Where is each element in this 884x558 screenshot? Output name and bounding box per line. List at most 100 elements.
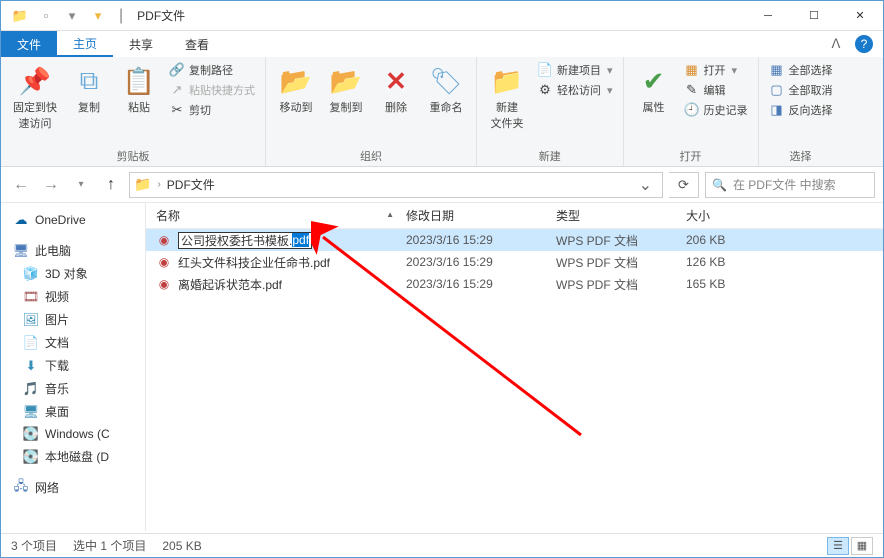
column-headers: 名称▲ 修改日期 类型 大小 [146,203,883,229]
sidebar-item-downloads[interactable]: ⬇下载 [1,354,145,377]
edit-button[interactable]: ✎编辑 [682,81,750,99]
tab-share[interactable]: 共享 [113,31,169,57]
title-separator: | [119,7,123,25]
copy-path-button[interactable]: 🔗复制路径 [167,61,257,79]
pin-label1: 固定到快 [13,99,57,115]
col-size[interactable]: 大小 [686,207,766,224]
paste-button[interactable]: 📋 粘贴 [117,61,161,117]
file-row[interactable]: ◉ 离婚起诉状范本.pdf 2023/3/16 15:29 WPS PDF 文档… [146,273,883,295]
col-name[interactable]: 名称▲ [146,207,406,224]
file-name-cell: ◉ 红头文件科技企业任命书.pdf [146,254,406,271]
ribbon: 📌 固定到快 速访问 ⧉ 复制 📋 粘贴 🔗复制路径 ↗粘贴快捷方式 ✂剪切 剪… [1,57,883,167]
pin-label2: 速访问 [19,115,52,131]
nav-recent-dropdown[interactable]: ▾ [69,173,93,197]
ribbon-right: ᐱ ? [827,31,883,57]
status-bar: 3 个项目 选中 1 个项目 205 KB ☰ ▦ [1,533,883,557]
sidebar-item-documents[interactable]: 📄文档 [1,331,145,354]
copy-label: 复制 [78,99,100,115]
file-size: 126 KB [686,255,766,269]
file-row[interactable]: ◉ 公司授权委托书模板.pdf 2023/3/16 15:29 WPS PDF … [146,229,883,251]
close-button[interactable]: ✕ [837,1,883,31]
pc-icon: 🖥 [13,243,29,259]
sidebar-item-thispc[interactable]: 🖥此电脑 [1,239,145,262]
invert-selection-button[interactable]: ◨反向选择 [767,101,835,119]
maximize-button[interactable]: ☐ [791,1,837,31]
sidebar-item-network[interactable]: 🖧网络 [1,476,145,499]
search-icon: 🔍 [712,178,727,192]
sidebar-item-music[interactable]: 🎵音乐 [1,377,145,400]
paste-icon: 📋 [123,63,155,99]
crumb-sep-icon[interactable]: › [157,179,160,190]
window-controls: ─ ☐ ✕ [745,1,883,31]
minimize-button[interactable]: ─ [745,1,791,31]
address-bar[interactable]: 📁 › PDF文件 ⌄ [129,172,663,198]
details-view-button[interactable]: ☰ [827,537,849,555]
nav-up-button[interactable]: ↑ [99,173,123,197]
window-title: PDF文件 [137,7,185,24]
col-date[interactable]: 修改日期 [406,207,556,224]
move-to-button[interactable]: 📂 移动到 [274,61,318,117]
open-button[interactable]: ▦打开▾ [682,61,750,79]
tab-file[interactable]: 文件 [1,31,57,57]
sidebar-item-3dobjects[interactable]: 🧊3D 对象 [1,262,145,285]
copy-icon: ⧉ [80,63,99,99]
qat-button[interactable]: ▾ [61,5,83,27]
search-placeholder: 在 PDF文件 中搜索 [733,176,836,193]
address-dropdown-icon[interactable]: ⌄ [633,175,658,195]
pdf-icon: ◉ [156,276,172,292]
qat-button[interactable]: ▫ [35,5,57,27]
select-all-button[interactable]: ▦全部选择 [767,61,835,79]
properties-button[interactable]: ✔ 属性 [632,61,676,117]
tab-view[interactable]: 查看 [169,31,225,57]
sidebar-item-pictures[interactable]: 🖼图片 [1,308,145,331]
pdf-icon: ◉ [156,254,172,270]
rename-icon: 🏷 [429,63,462,99]
delete-button[interactable]: ✕ 删除 [374,61,418,117]
tab-home[interactable]: 主页 [57,31,113,57]
search-input[interactable]: 🔍 在 PDF文件 中搜索 [705,172,875,198]
new-folder-button[interactable]: 📁 新建 文件夹 [485,61,529,133]
status-count: 3 个项目 [11,537,57,554]
file-row[interactable]: ◉ 红头文件科技企业任命书.pdf 2023/3/16 15:29 WPS PD… [146,251,883,273]
copy-button[interactable]: ⧉ 复制 [67,61,111,117]
new-item-button[interactable]: 📄新建项目▾ [535,61,615,79]
select-none-button[interactable]: ▢全部取消 [767,81,835,99]
thumbnails-view-button[interactable]: ▦ [851,537,873,555]
file-name-cell: ◉ 离婚起诉状范本.pdf [146,276,406,293]
sidebar-item-videos[interactable]: 🎞视频 [1,285,145,308]
titlebar: 📁 ▫ ▾ ▾ | PDF文件 ─ ☐ ✕ [1,1,883,31]
status-selected: 选中 1 个项目 [73,537,146,554]
file-list-pane: 名称▲ 修改日期 类型 大小 ◉ 公司授权委托书模板.pdf 2023/3/16… [146,203,883,531]
sidebar-item-onedrive[interactable]: ☁OneDrive [1,209,145,231]
easy-access-button[interactable]: ⚙轻松访问▾ [535,81,615,99]
rename-input[interactable]: 公司授权委托书模板.pdf [178,232,312,249]
file-size: 165 KB [686,277,766,291]
drive-icon: 💽 [23,449,39,465]
qat-dropdown[interactable]: ▾ [87,5,109,27]
cut-button[interactable]: ✂剪切 [167,101,257,119]
rename-label: 重命名 [430,99,463,115]
sidebar-item-windows-drive[interactable]: 💽Windows (C [1,423,145,445]
nav-sidebar: ☁OneDrive 🖥此电脑 🧊3D 对象 🎞视频 🖼图片 📄文档 ⬇下载 🎵音… [1,203,146,531]
pin-quick-access-button[interactable]: 📌 固定到快 速访问 [9,61,61,133]
refresh-button[interactable]: ⟳ [669,172,699,198]
drive-icon: 💽 [23,426,39,442]
help-icon[interactable]: ? [855,35,873,53]
nav-back-button[interactable]: ← [9,173,33,197]
sidebar-item-desktop[interactable]: 🖥桌面 [1,400,145,423]
paste-shortcut-button[interactable]: ↗粘贴快捷方式 [167,81,257,99]
ribbon-group-clipboard: 📌 固定到快 速访问 ⧉ 复制 📋 粘贴 🔗复制路径 ↗粘贴快捷方式 ✂剪切 剪… [1,57,266,166]
collapse-ribbon-icon[interactable]: ᐱ [827,35,845,53]
file-type: WPS PDF 文档 [556,276,686,293]
nav-forward-button[interactable]: → [39,173,63,197]
rename-button[interactable]: 🏷 重命名 [424,61,468,117]
paste-label: 粘贴 [128,99,150,115]
history-button[interactable]: 🕘历史记录 [682,101,750,119]
col-type[interactable]: 类型 [556,207,686,224]
copy-to-button[interactable]: 📂 复制到 [324,61,368,117]
breadcrumb[interactable]: PDF文件 [167,176,215,193]
group-organize-label: 组织 [274,146,468,164]
video-icon: 🎞 [23,289,39,305]
sidebar-item-localdisk[interactable]: 💽本地磁盘 (D [1,445,145,468]
main-area: ☁OneDrive 🖥此电脑 🧊3D 对象 🎞视频 🖼图片 📄文档 ⬇下载 🎵音… [1,203,883,531]
